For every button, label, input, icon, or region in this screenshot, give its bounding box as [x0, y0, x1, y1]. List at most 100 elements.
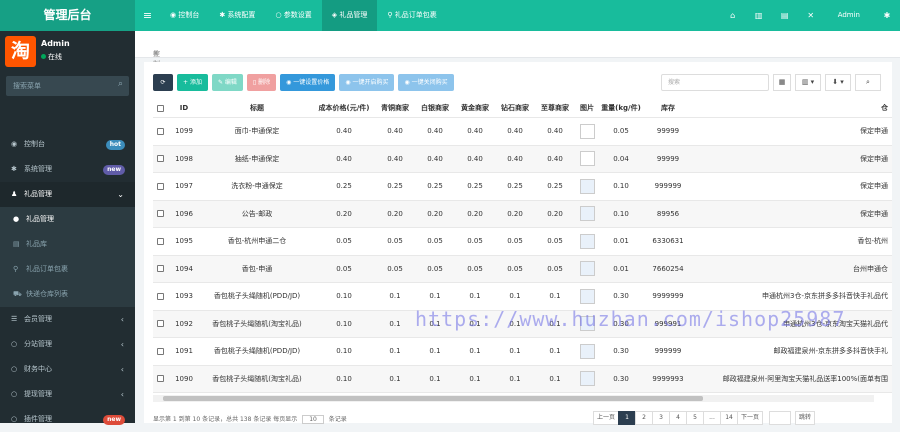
table-row[interactable]: 1091 香包桃子头绳随机(PDD/JD) 0.10 0.1 0.1 0.1 0.1 0.1 0… — [153, 338, 892, 366]
row-checkbox[interactable] — [153, 311, 167, 338]
topnav-tab-params[interactable]: ○ 参数设置 — [265, 0, 321, 31]
sidebar-subitem-warehouses[interactable]: ⛟ 快递仓库列表 — [0, 282, 135, 307]
col-header-silver[interactable]: 白银商家 — [415, 98, 455, 118]
col-header-gold[interactable]: 黄金商家 — [455, 98, 495, 118]
user-status: 在线 — [41, 52, 62, 62]
cell-bronze: 0.40 — [387, 154, 403, 163]
sidebar-subitem-gift-library[interactable]: ▤ 礼品库 — [0, 232, 135, 257]
row-checkbox[interactable] — [153, 118, 167, 145]
enable-purchase-button[interactable]: ◉ 一键开启购买 — [339, 74, 395, 91]
product-thumbnail[interactable] — [575, 283, 599, 310]
sidebar-item-members[interactable]: ☰ 会员管理 ‹ — [0, 307, 135, 332]
row-checkbox[interactable] — [153, 256, 167, 283]
columns-icon[interactable]: ▥ ▾ — [795, 74, 821, 91]
toggle-view-icon[interactable]: ▦ — [773, 74, 791, 91]
menu-toggle-icon[interactable]: ≡ — [135, 0, 160, 31]
settings-gear-icon[interactable]: ✱ — [874, 0, 900, 31]
sidebar-item-gift-manage[interactable]: ♟ 礼品管理 ⌄ — [0, 182, 135, 207]
select-all-checkbox[interactable] — [153, 98, 167, 118]
col-header-supreme[interactable]: 至尊商家 — [535, 98, 575, 118]
sidebar-item-withdrawals[interactable]: ○ 提现管理 ‹ — [0, 382, 135, 407]
topnav-tab-dashboard[interactable]: ◉ 控制台 — [160, 0, 209, 31]
cell-diamond: 0.20 — [507, 209, 523, 218]
export-icon[interactable]: ⬇ ▾ — [825, 74, 851, 91]
table-row[interactable]: 1096 公告-邮政 0.20 0.20 0.20 0.20 0.20 0.20 0.10 899… — [153, 200, 892, 228]
col-header-image[interactable]: 图片 — [575, 98, 599, 118]
sidebar-search-input[interactable]: 搜索菜单 ⌕ — [6, 76, 129, 96]
delete-button[interactable]: ▯ 删除 — [246, 74, 277, 91]
cell-stock: 99999 — [656, 127, 680, 135]
row-checkbox[interactable] — [153, 201, 167, 228]
table-view-buttons: ▦ ▥ ▾ ⬇ ▾ ⌕ — [773, 74, 881, 91]
cell-supreme: 0.05 — [547, 237, 563, 245]
product-thumbnail[interactable] — [575, 338, 599, 365]
row-checkbox[interactable] — [153, 283, 167, 310]
product-thumbnail[interactable] — [575, 201, 599, 228]
col-header-title[interactable]: 标题 — [201, 98, 313, 118]
refresh-button[interactable]: ⟳ — [153, 74, 173, 91]
admin-user-menu[interactable]: Admin — [824, 0, 874, 31]
col-header-cost[interactable]: 成本价格(元/件) — [313, 98, 375, 118]
cell-gold: 0.1 — [469, 347, 481, 355]
disable-purchase-button[interactable]: ◉ 一键关闭购买 — [398, 74, 454, 91]
topnav-tab-gift-manage[interactable]: ◈ 礼品管理 — [321, 0, 378, 31]
product-thumbnail[interactable] — [575, 256, 599, 283]
cell-cost: 0.05 — [336, 264, 352, 273]
set-price-button[interactable]: ◉ 一键设置价格 — [280, 74, 336, 91]
row-checkbox[interactable] — [153, 338, 167, 365]
col-header-stock[interactable]: 库存 — [643, 98, 693, 118]
scrollbar-thumb[interactable] — [163, 396, 703, 401]
sidebar-item-plugins[interactable]: ○ 插件管理 new — [0, 407, 135, 432]
app-logo-title[interactable]: 管理后台 — [0, 0, 135, 31]
table-row[interactable]: 1094 香包-申通 0.05 0.05 0.05 0.05 0.05 0.05 0.01 766… — [153, 255, 892, 283]
table-row[interactable]: 1097 洗衣粉-申通保定 0.25 0.25 0.25 0.25 0.25 0.25 0.10… — [153, 173, 892, 201]
table-row[interactable]: 1090 香包桃子头绳随机(淘宝礼品) 0.10 0.1 0.1 0.1 0.1 0.1 0.3… — [153, 365, 892, 393]
topnav-tab-label: 系统配置 — [227, 11, 256, 19]
product-thumbnail[interactable] — [575, 146, 599, 173]
col-header-weight[interactable]: 重量(kg/件) — [599, 98, 643, 118]
row-checkbox[interactable] — [153, 228, 167, 255]
col-header-warehouse[interactable]: 仓 — [693, 98, 892, 118]
trash-icon[interactable]: ▥ — [746, 0, 772, 31]
product-thumbnail[interactable] — [575, 228, 599, 255]
topnav-tab-gift-orders[interactable]: ⚲ 礼品订单包裹 — [377, 0, 446, 31]
sidebar-submenu: ● 礼品管理 ▤ 礼品库 ⚲ 礼品订单包裹 ⛟ 快递仓库列表 — [0, 207, 135, 307]
cell-supreme: 0.20 — [547, 209, 563, 218]
table-row[interactable]: 1095 香包-杭州申通二仓 0.05 0.05 0.05 0.05 0.05 0.05 0.0… — [153, 228, 892, 256]
col-header-diamond[interactable]: 钻石商家 — [495, 98, 535, 118]
search-icon[interactable]: ⌕ — [118, 79, 123, 89]
table-search-input[interactable]: 搜索 — [661, 74, 769, 91]
topnav-tab-system-config[interactable]: ✱ 系统配置 — [209, 0, 265, 31]
search-icon[interactable]: ⌕ — [855, 74, 881, 91]
language-icon[interactable]: ▤ — [772, 0, 798, 31]
add-button[interactable]: + 添加 — [177, 74, 208, 91]
sidebar-item-finance[interactable]: ○ 财务中心 ‹ — [0, 357, 135, 382]
col-header-id[interactable]: ID — [167, 98, 201, 118]
product-thumbnail[interactable] — [575, 118, 599, 145]
sidebar-item-substations[interactable]: ○ 分站管理 ‹ — [0, 332, 135, 357]
product-thumbnail[interactable] — [575, 173, 599, 200]
sidebar-subitem-gift-manage[interactable]: ● 礼品管理 — [0, 207, 135, 232]
col-header-bronze[interactable]: 青铜商家 — [375, 98, 415, 118]
topnav-tab-label: 礼品管理 — [339, 11, 368, 19]
row-checkbox[interactable] — [153, 173, 167, 200]
sidebar-item-dashboard[interactable]: ◉ 控制台 hot — [0, 132, 135, 157]
edit-button[interactable]: ✎ 编辑 — [211, 74, 243, 91]
sidebar-item-system[interactable]: ✱ 系统管理 new — [0, 157, 135, 182]
delete-label: 删除 — [258, 79, 271, 86]
chevron-left-icon: ‹ — [120, 365, 124, 374]
cell-bronze: 0.05 — [387, 264, 403, 273]
table-row[interactable]: 1098 抽纸-申通保定 0.40 0.40 0.40 0.40 0.40 0.40 0.04 9… — [153, 145, 892, 173]
row-checkbox[interactable] — [153, 146, 167, 173]
home-icon[interactable]: ⌂ — [720, 0, 746, 31]
table-row[interactable]: 1099 面巾-申通保定 0.40 0.40 0.40 0.40 0.40 0.40 0.05 9… — [153, 118, 892, 146]
row-checkbox[interactable] — [153, 366, 167, 393]
horizontal-scrollbar[interactable] — [153, 395, 874, 402]
cell-weight: 0.30 — [613, 347, 629, 355]
cell-id: 1095 — [175, 237, 193, 245]
product-thumbnail[interactable] — [575, 366, 599, 393]
watermark-text: https://www.huzhan.com/ishop25987 — [415, 307, 846, 331]
cell-gold: 0.25 — [467, 182, 483, 190]
fullscreen-icon[interactable]: ✕ — [798, 0, 824, 31]
sidebar-subitem-gift-orders[interactable]: ⚲ 礼品订单包裹 — [0, 257, 135, 282]
